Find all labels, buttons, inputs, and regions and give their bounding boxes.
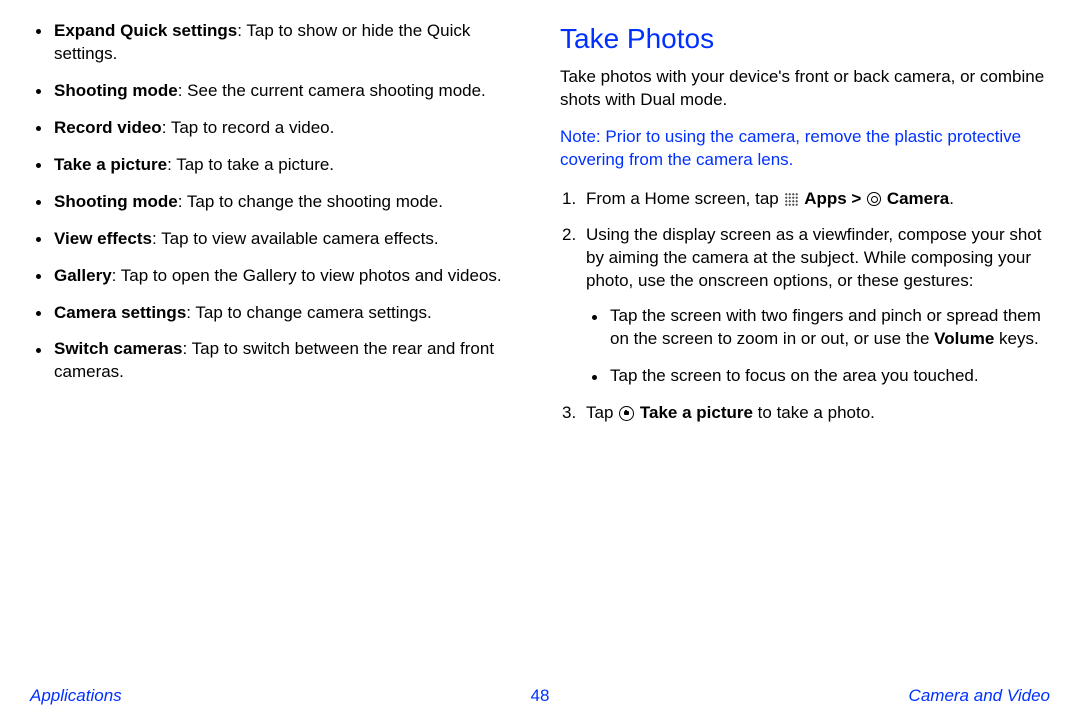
term: Expand Quick settings xyxy=(54,21,237,40)
step-item: Tap Take a picture to take a photo. xyxy=(586,402,1050,425)
term: Switch cameras xyxy=(54,339,183,358)
desc: : See the current camera shooting mode. xyxy=(178,81,486,100)
list-item: Tap the screen with two fingers and pinc… xyxy=(610,305,1050,351)
footer-right: Camera and Video xyxy=(909,685,1050,708)
camera-controls-bullet-list: Expand Quick settings: Tap to show or hi… xyxy=(30,20,520,384)
steps-list: From a Home screen, tap Apps > Camera. U… xyxy=(560,188,1050,426)
list-item: Shooting mode: See the current camera sh… xyxy=(54,80,520,103)
list-item: Switch cameras: Tap to switch between th… xyxy=(54,338,520,384)
step-text: . xyxy=(949,189,954,208)
list-item: Tap the screen to focus on the area you … xyxy=(610,365,1050,388)
page-number: 48 xyxy=(531,685,550,708)
camera-icon xyxy=(867,192,881,206)
desc: : Tap to view available camera effects. xyxy=(152,229,439,248)
step-text: to take a photo. xyxy=(753,403,875,422)
term: Shooting mode xyxy=(54,81,178,100)
term: Record video xyxy=(54,118,162,137)
note-body: : Prior to using the camera, remove the … xyxy=(560,127,1021,169)
camera-label: Camera xyxy=(887,189,949,208)
term: Camera settings xyxy=(54,303,186,322)
note-paragraph: Note: Prior to using the camera, remove … xyxy=(560,126,1050,172)
apps-grid-icon xyxy=(784,192,798,206)
page-footer: Applications 48 Camera and Video xyxy=(0,685,1080,708)
bullet-text: keys. xyxy=(994,329,1038,348)
step-text: Using the display screen as a viewfinder… xyxy=(586,225,1041,290)
footer-left: Applications xyxy=(30,685,122,708)
desc: : Tap to take a picture. xyxy=(167,155,334,174)
list-item: Camera settings: Tap to change camera se… xyxy=(54,302,520,325)
bullet-text: Tap the screen to focus on the area you … xyxy=(610,366,979,385)
section-heading: Take Photos xyxy=(560,20,1050,58)
list-item: Gallery: Tap to open the Gallery to view… xyxy=(54,265,520,288)
take-picture-label: Take a picture xyxy=(640,403,753,422)
term: Take a picture xyxy=(54,155,167,174)
desc: : Tap to record a video. xyxy=(162,118,335,137)
list-item: Shooting mode: Tap to change the shootin… xyxy=(54,191,520,214)
list-item: Take a picture: Tap to take a picture. xyxy=(54,154,520,177)
step-text: Tap xyxy=(586,403,618,422)
apps-label: Apps > xyxy=(804,189,866,208)
intro-paragraph: Take photos with your device's front or … xyxy=(560,66,1050,112)
left-column: Expand Quick settings: Tap to show or hi… xyxy=(30,20,520,630)
term: Shooting mode xyxy=(54,192,178,211)
desc: : Tap to change camera settings. xyxy=(186,303,431,322)
step-text: From a Home screen, tap xyxy=(586,189,783,208)
list-item: Record video: Tap to record a video. xyxy=(54,117,520,140)
shutter-icon xyxy=(619,406,634,421)
list-item: Expand Quick settings: Tap to show or hi… xyxy=(54,20,520,66)
right-column: Take Photos Take photos with your device… xyxy=(560,20,1050,630)
page-body: Expand Quick settings: Tap to show or hi… xyxy=(0,0,1080,680)
step-item: Using the display screen as a viewfinder… xyxy=(586,224,1050,388)
step-item: From a Home screen, tap Apps > Camera. xyxy=(586,188,1050,211)
gesture-bullet-list: Tap the screen with two fingers and pinc… xyxy=(586,305,1050,388)
term: View effects xyxy=(54,229,152,248)
volume-label: Volume xyxy=(934,329,994,348)
desc: : Tap to open the Gallery to view photos… xyxy=(112,266,502,285)
note-prefix: Note xyxy=(560,127,596,146)
term: Gallery xyxy=(54,266,112,285)
desc: : Tap to change the shooting mode. xyxy=(178,192,443,211)
list-item: View effects: Tap to view available came… xyxy=(54,228,520,251)
